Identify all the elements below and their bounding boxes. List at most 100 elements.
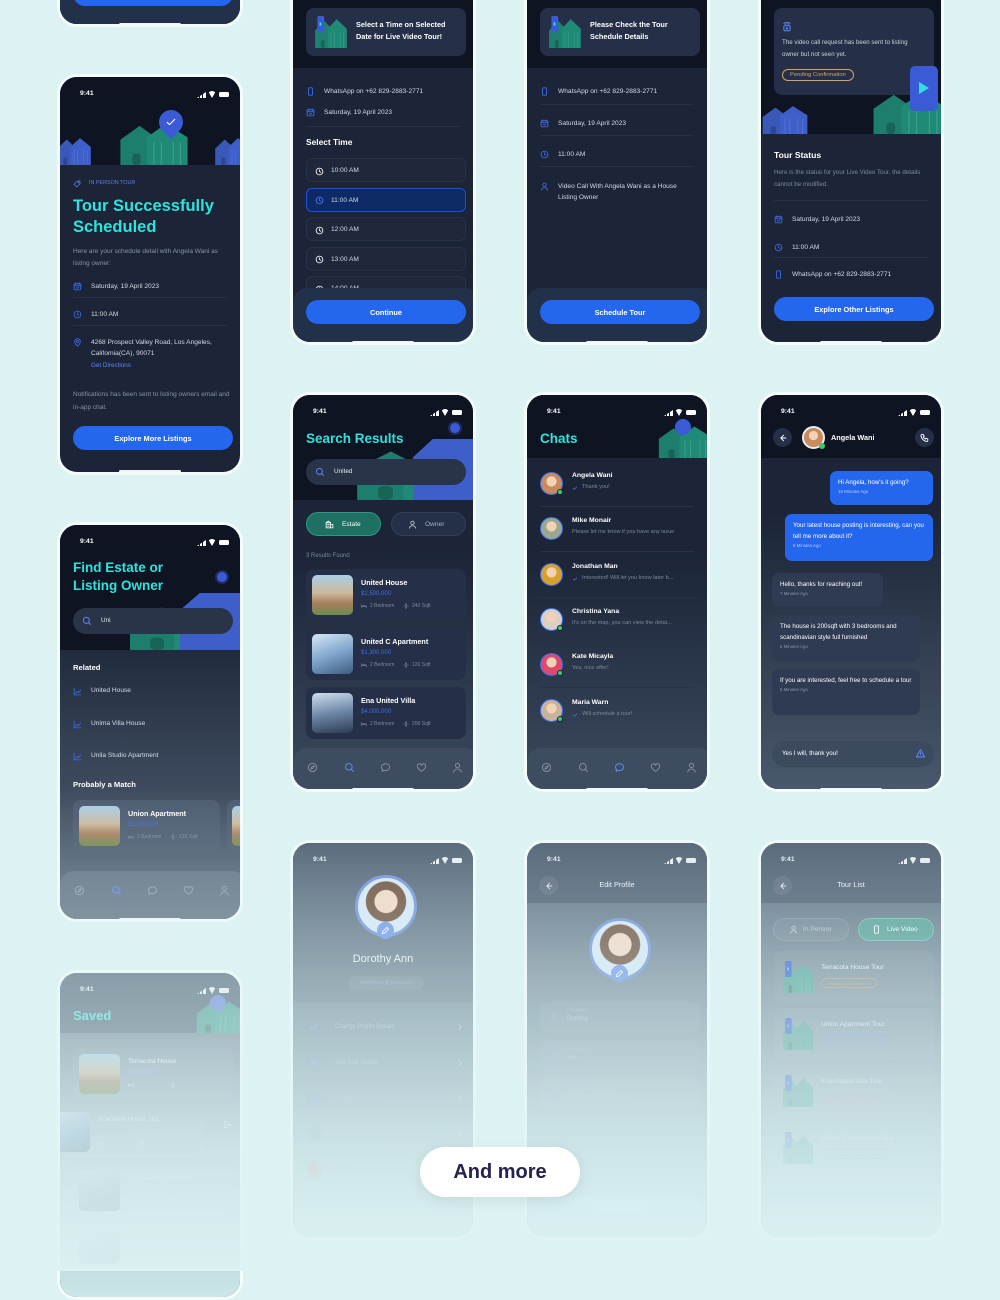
nav-heart-icon[interactable]	[416, 762, 427, 773]
menu-label: Change Password	[335, 1095, 385, 1101]
time-slot[interactable]: 12:00 AM	[306, 217, 466, 241]
area-icon	[140, 1140, 146, 1146]
user-icon	[549, 1051, 559, 1061]
divider	[540, 641, 694, 643]
saved-item[interactable]: Scandina House 101	[60, 1106, 203, 1158]
menu-item-tour[interactable]: See Tour Status	[306, 1054, 466, 1071]
nav-chat-icon[interactable]	[614, 762, 625, 773]
listing-name: Union Apartment	[128, 809, 187, 818]
clock-icon	[315, 226, 324, 235]
pencil-icon[interactable]	[381, 926, 390, 935]
saved-price	[128, 1070, 156, 1074]
nav-heart-icon[interactable]	[650, 762, 661, 773]
nav-heart-icon[interactable]	[183, 885, 194, 896]
listing-image	[312, 575, 353, 615]
chat-list-item[interactable]: Jonathan Man Interested! Will let you kno…	[540, 561, 700, 591]
chat-list-item[interactable]: Christina Yana It's on the map, you can v…	[540, 606, 700, 636]
time-slot[interactable]: 13:00 AM	[306, 246, 466, 271]
back-button[interactable]	[773, 428, 792, 447]
saved-item[interactable]: Terracota House	[73, 1048, 233, 1100]
back-icon[interactable]	[778, 433, 788, 443]
call-button[interactable]	[915, 428, 934, 447]
call-icon[interactable]	[919, 433, 930, 443]
listing-image	[312, 693, 353, 733]
home-indicator	[352, 1236, 414, 1237]
field-label: Email Address	[567, 1084, 594, 1089]
nav-search-icon[interactable]	[111, 885, 122, 896]
check-icon	[572, 485, 578, 491]
menu-item-pencil[interactable]: Change Profile Details	[306, 1019, 466, 1035]
nav-compass-icon[interactable]	[541, 762, 552, 773]
tour-list-item[interactable]: Terracota House Tour Pending Confirmation	[774, 951, 934, 1003]
listing-beds: 2 Bedroom	[137, 834, 162, 840]
nav-chat-icon[interactable]	[147, 885, 158, 896]
listing-card[interactable]: United C Apartment $1,300,000 2 Bedroom 120…	[306, 628, 466, 680]
message-text: If you are interested, feel free to sche…	[780, 677, 912, 684]
saved-item[interactable]: Eco Studio Apartment	[73, 1165, 233, 1217]
screen-tour-scheduled: 9:41 IN PERSON TOUR Tour Successfully Sche…	[57, 74, 243, 475]
nav-user-icon[interactable]	[452, 762, 463, 773]
nav-search-icon[interactable]	[578, 762, 589, 773]
field-last-name[interactable]: Last Name Ann	[540, 1039, 700, 1072]
nav-user-icon[interactable]	[219, 885, 230, 896]
related-item[interactable]: Unima Villa House	[73, 718, 233, 732]
user-icon	[540, 182, 549, 191]
tour-list-item[interactable]: United C Apartment Tour Confirmed by List…	[774, 1122, 934, 1174]
menu-label: Logout	[335, 1166, 354, 1172]
status-pill: Pending Confirmation	[782, 69, 854, 81]
tab-estate[interactable]: Estate	[306, 512, 381, 536]
time-slot[interactable]: 10:00 AM	[306, 158, 466, 182]
send-icon[interactable]	[915, 748, 926, 759]
whatsapp-contact: WhatsApp on +62 829-2883-2771	[324, 87, 424, 95]
nav-compass-icon[interactable]	[74, 885, 85, 896]
search-input[interactable]: Uni	[73, 608, 233, 634]
chat-list-item[interactable]: Maria Warn Will schedule a tour!	[540, 697, 700, 727]
get-directions-link[interactable]: Get Directions	[91, 362, 131, 369]
tab-in-person[interactable]: In Person	[773, 918, 849, 941]
tab-live-video[interactable]: Live Video	[858, 918, 934, 941]
schedule-tour-button[interactable]: Schedule Tour	[540, 300, 700, 324]
field-email-address[interactable]: Email Address dorothyann@gmail.com	[540, 1078, 700, 1110]
search-input[interactable]: United	[306, 459, 466, 485]
edit-avatar-button[interactable]	[377, 922, 394, 939]
chat-list-item[interactable]: Mike Monair Please let me know if you hav…	[540, 515, 700, 545]
pencil-icon[interactable]	[615, 969, 624, 978]
nav-compass-icon[interactable]	[307, 762, 318, 773]
listing-card[interactable]: Union Apartment $1,200,000 2 Bedroom 120 Sq…	[73, 800, 220, 852]
search-query: United	[334, 468, 353, 475]
nav-user-icon[interactable]	[686, 762, 697, 773]
menu-item-gear[interactable]: Display and Notification Settings	[306, 1125, 466, 1142]
phone-icon	[872, 925, 881, 934]
battery-icon	[219, 988, 229, 993]
tour-name: Union Apartment Tour	[821, 1021, 885, 1028]
explore-more-listings-button[interactable]: Explore More Listings	[73, 426, 233, 450]
house-video-illustration	[782, 1018, 814, 1050]
listing-card[interactable]: Ena United Villa $4,000,000 2 Bedroom 200 S…	[306, 687, 466, 739]
nav-chat-icon[interactable]	[380, 762, 391, 773]
pin-icon	[73, 338, 82, 347]
listing-card-peek[interactable]	[227, 800, 240, 852]
battery-icon	[920, 858, 930, 863]
tour-list-item[interactable]: Ena United Villa Tour Canceled by Listing…	[774, 1065, 934, 1117]
related-item[interactable]: Unila Studio Apartment	[73, 750, 233, 764]
save-changes-button[interactable]: Save Changes	[540, 1196, 700, 1221]
chat-list-item[interactable]: Kate Micayla Yes, nice offer!	[540, 651, 700, 681]
continue-button[interactable]: Continue	[306, 300, 466, 324]
chat-list-item[interactable]: Angela Wani Thank you!	[540, 470, 700, 500]
edit-avatar-button[interactable]	[611, 965, 628, 982]
listing-card[interactable]: United House $2,500,000 2 Bedroom 240 Sqft	[306, 569, 466, 621]
message-input[interactable]: Yes I will, thank you!	[772, 741, 934, 767]
explore-other-listings-button[interactable]: Explore Other Listings	[774, 297, 934, 321]
nav-search-icon[interactable]	[344, 762, 355, 773]
delete-icon[interactable]	[223, 1120, 232, 1129]
menu-item-lock[interactable]: Change Password	[306, 1090, 466, 1106]
menu-label: See Tour Status	[335, 1059, 378, 1066]
tab-owner[interactable]: Owner	[391, 512, 466, 536]
check-icon	[572, 712, 578, 718]
tour-list-item[interactable]: Union Apartment Tour Confirmed by Listing…	[774, 1008, 934, 1060]
saved-name: Scandina House 101	[98, 1116, 160, 1123]
field-first-name[interactable]: First Name Dorothy	[540, 1001, 700, 1033]
related-item[interactable]: United House	[73, 685, 233, 699]
time-slot[interactable]: 11:00 AM	[306, 187, 466, 212]
saved-item[interactable]	[73, 1224, 233, 1264]
